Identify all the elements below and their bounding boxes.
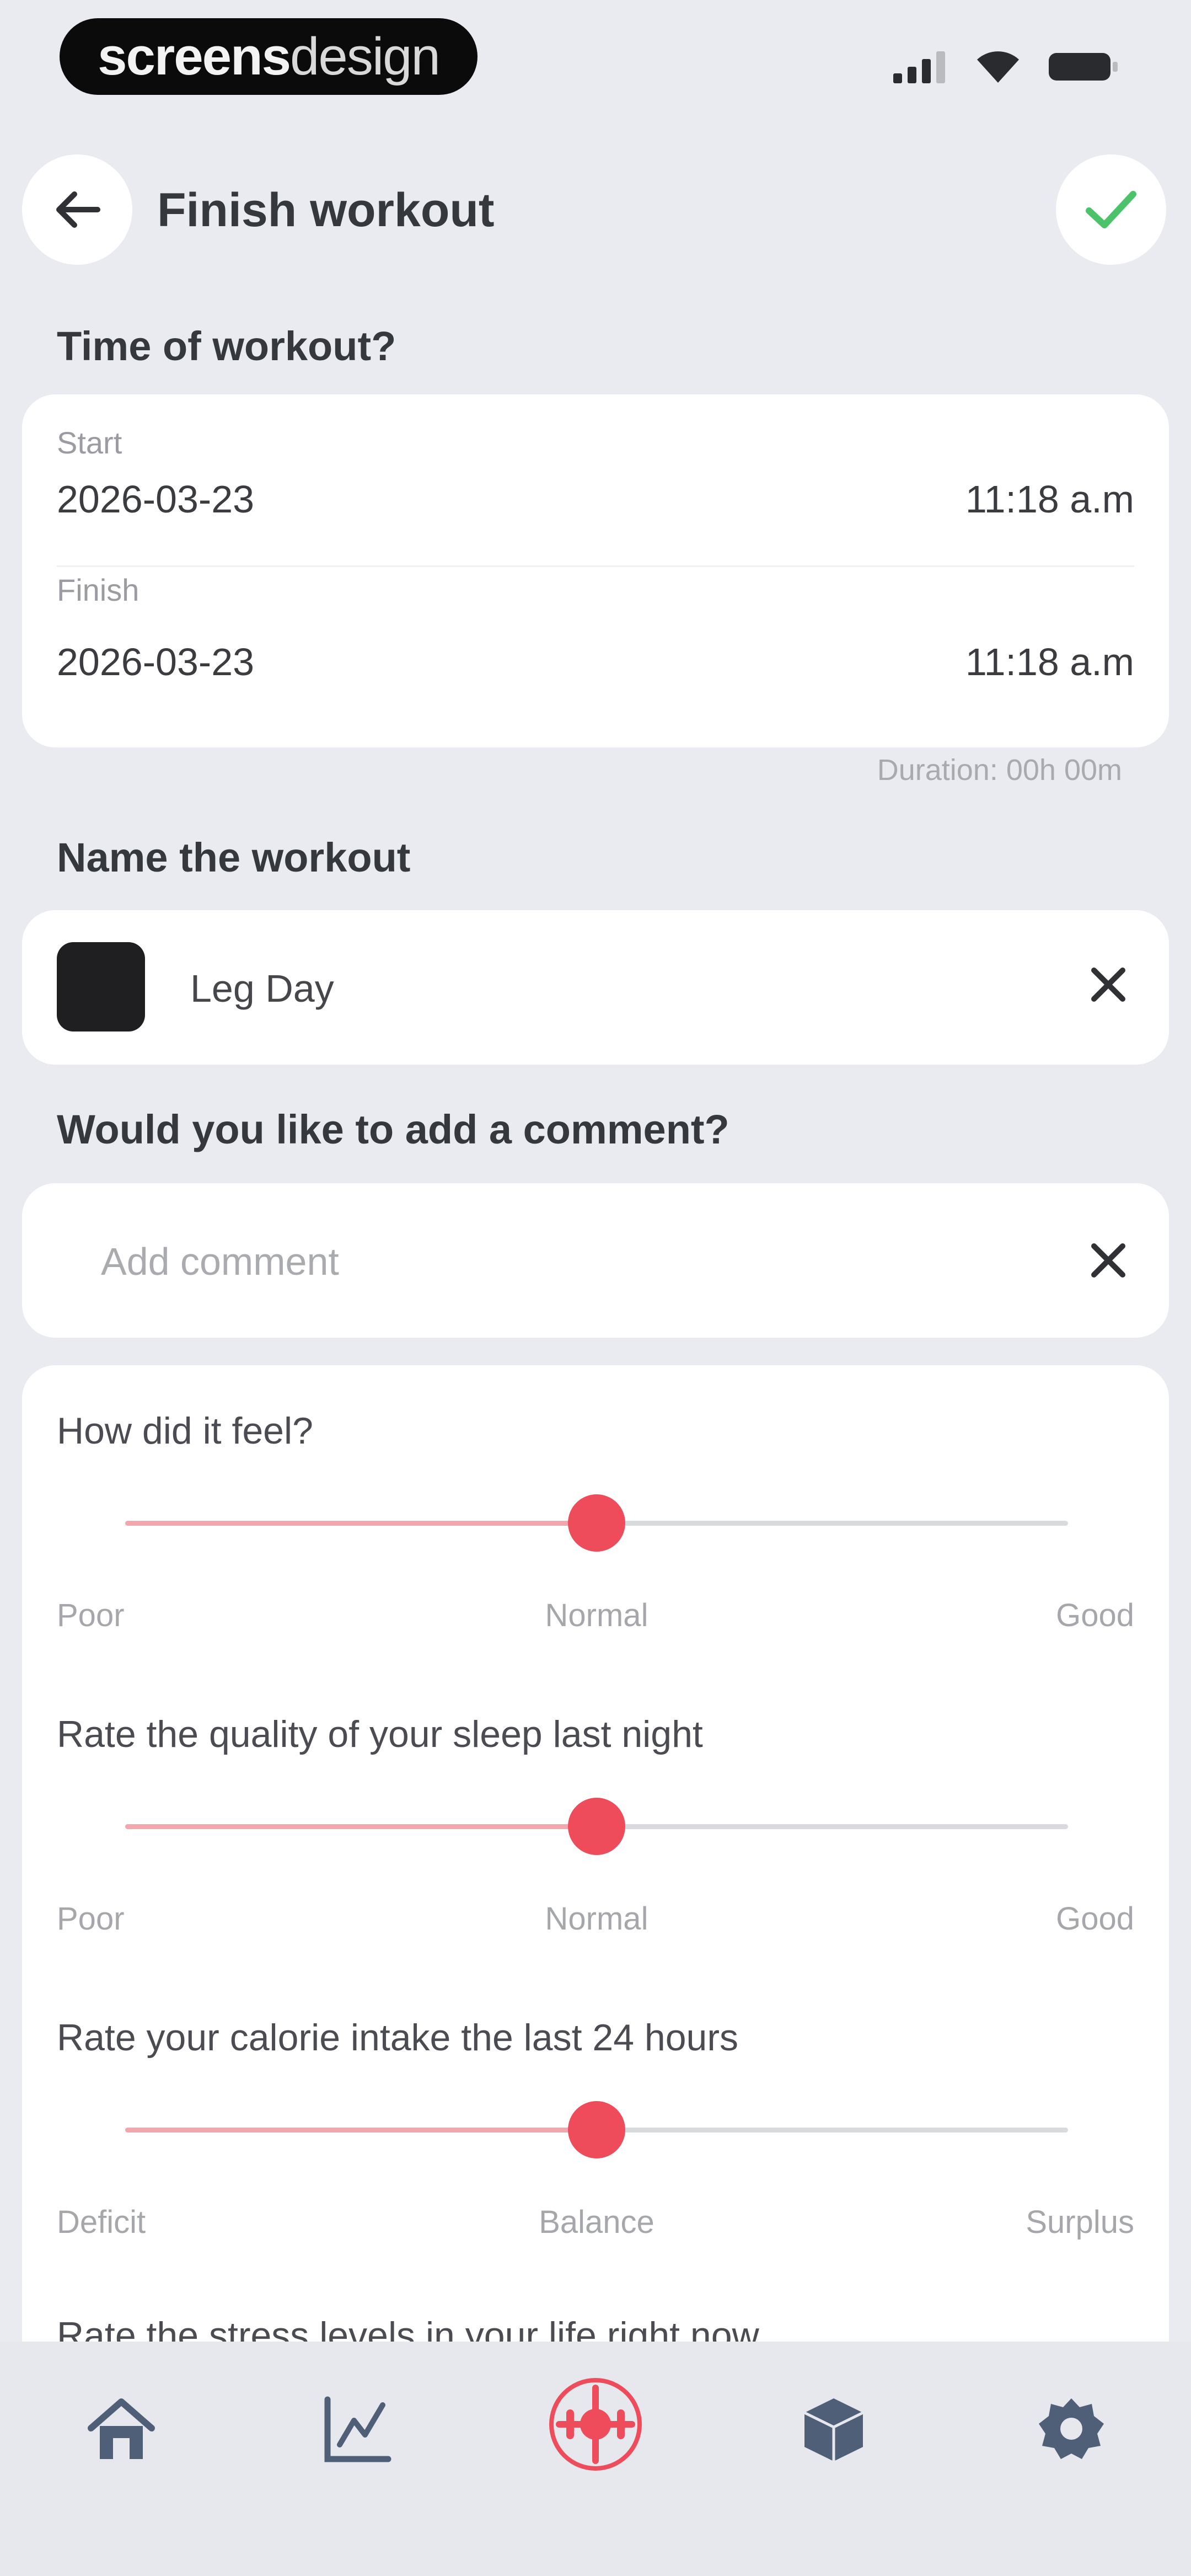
back-arrow-icon [56, 191, 100, 228]
slider-thumb[interactable] [568, 1494, 625, 1552]
workout-icon [549, 2378, 642, 2471]
nav-home[interactable] [66, 2375, 176, 2485]
nav-settings[interactable] [1016, 2375, 1126, 2485]
scale-high-label: Good [1056, 1901, 1134, 1937]
home-icon [88, 2398, 155, 2459]
close-icon [1091, 968, 1125, 1002]
settings-icon [1039, 2398, 1104, 2459]
scale-mid-label: Balance [539, 2204, 654, 2240]
status-icons [893, 50, 1119, 84]
start-label: Start [57, 425, 122, 460]
workout-name-card: Leg Day [22, 910, 1169, 1065]
duration-text: Duration: 00h 00m [877, 753, 1122, 787]
scale-high-label: Surplus [1026, 2204, 1134, 2240]
slider-thumb[interactable] [568, 2101, 625, 2158]
brand-logo: screensdesign [60, 18, 478, 95]
rating-question: How did it feel? [57, 1410, 313, 1452]
checkmark-icon [1086, 191, 1136, 228]
scale-low-label: Poor [57, 1901, 125, 1937]
slider-fill [125, 2128, 597, 2133]
color-swatch[interactable] [57, 942, 145, 1032]
finish-label: Finish [57, 573, 140, 607]
comment-input[interactable]: Add comment [101, 1239, 339, 1284]
clear-name-button[interactable] [1086, 963, 1130, 1009]
clear-comment-button[interactable] [1086, 1238, 1130, 1285]
close-icon [1091, 1243, 1125, 1278]
slider-thumb[interactable] [568, 1798, 625, 1855]
nav-workout[interactable] [540, 2369, 651, 2479]
chart-icon [324, 2396, 391, 2462]
scale-low-label: Deficit [57, 2204, 146, 2240]
bottom-nav [0, 2342, 1191, 2576]
scale-mid-label: Normal [545, 1597, 648, 1633]
slider-fill [125, 1521, 597, 1526]
wifi-icon [977, 51, 1019, 83]
signal-icon [893, 51, 945, 83]
comment-card: Add comment [22, 1183, 1169, 1338]
battery-icon [1049, 53, 1118, 81]
nav-stats[interactable] [302, 2375, 412, 2485]
name-section-title: Name the workout [57, 835, 411, 880]
finish-date[interactable]: 2026-03-23 [57, 640, 254, 684]
start-date[interactable]: 2026-03-23 [57, 477, 254, 521]
rating-question: Rate your calorie intake the last 24 hou… [57, 2017, 739, 2059]
ratings-card: How did it feel? Poor Normal Good Rate t… [22, 1365, 1169, 2413]
page-title: Finish workout [157, 184, 495, 237]
divider [57, 565, 1134, 567]
slider-fill [125, 1824, 597, 1829]
rating-question: Rate the quality of your sleep last nigh… [57, 1713, 703, 1755]
comment-section-title: Would you like to add a comment? [57, 1107, 729, 1152]
time-section-title: Time of workout? [57, 323, 396, 369]
scale-mid-label: Normal [545, 1901, 648, 1937]
start-time[interactable]: 11:18 a.m [965, 477, 1134, 521]
brand-text-light: design [290, 26, 441, 86]
confirm-button[interactable] [1056, 154, 1166, 265]
workout-name-value[interactable]: Leg Day [190, 966, 334, 1011]
back-button[interactable] [22, 154, 132, 265]
time-card: Start 2026-03-23 11:18 a.m Finish 2026-0… [22, 394, 1169, 747]
brand-text-bold: screens [98, 26, 291, 86]
finish-time[interactable]: 11:18 a.m [965, 640, 1134, 684]
scale-high-label: Good [1056, 1597, 1134, 1633]
nav-library[interactable] [779, 2375, 889, 2485]
scale-low-label: Poor [57, 1597, 125, 1633]
cube-icon [803, 2398, 864, 2461]
